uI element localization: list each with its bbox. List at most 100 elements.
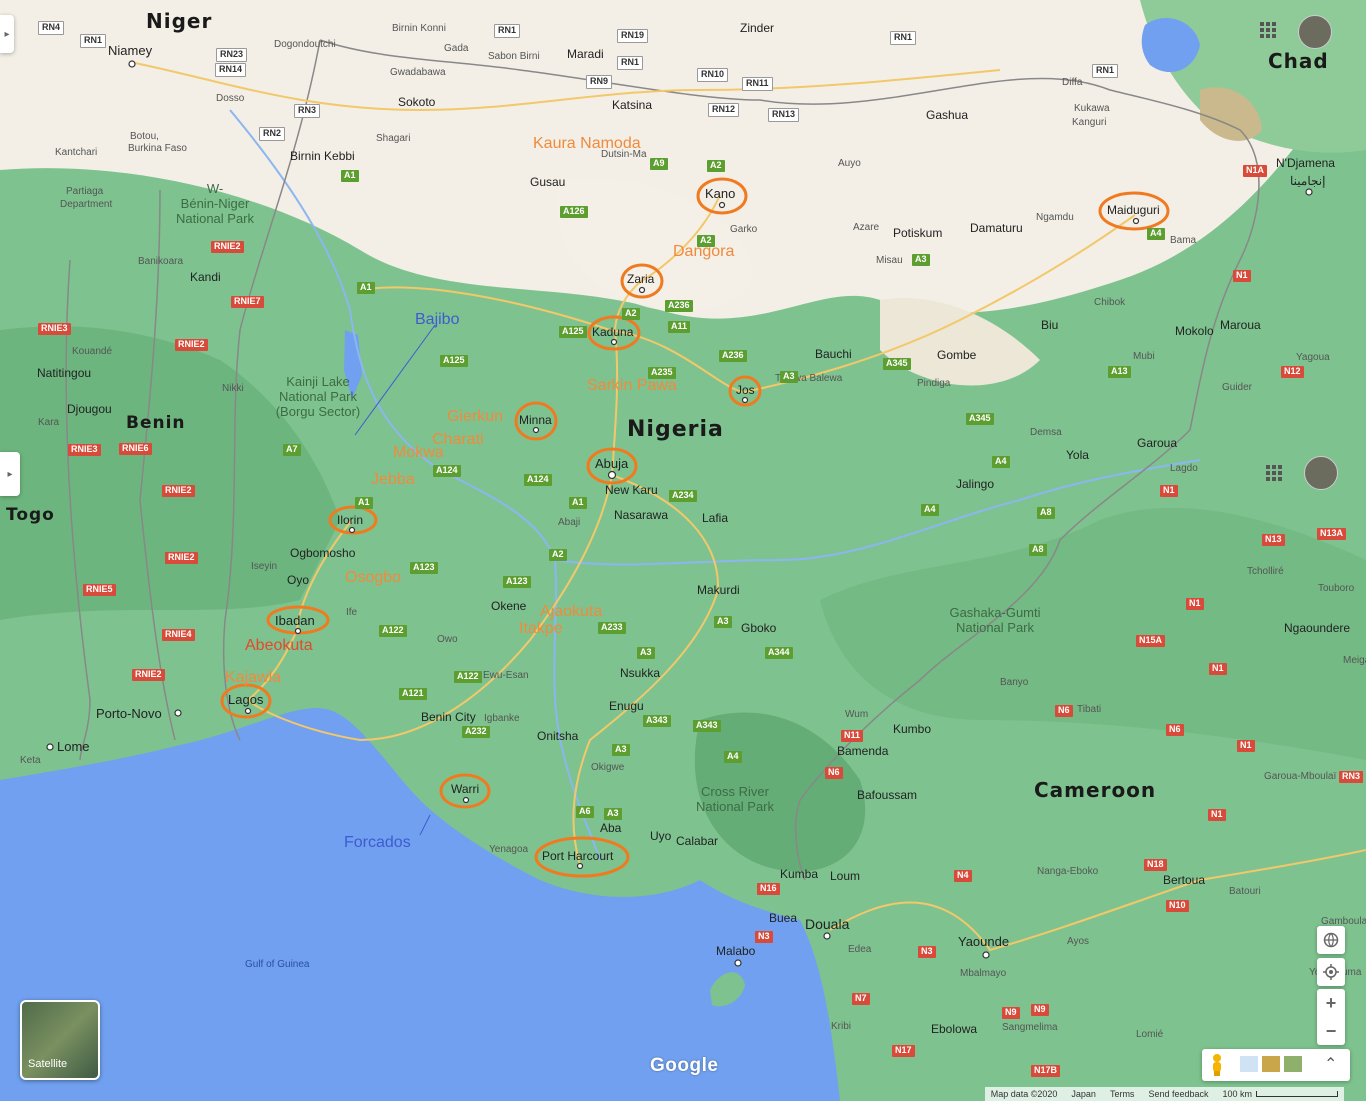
annotation-itakpe: Itakpe [519,620,563,637]
city-label: Iseyin [251,561,278,572]
apps-grid-icon[interactable] [1266,465,1282,481]
road-shield: N1 [1208,809,1226,821]
city-label: Ewu-Esan [483,670,529,681]
city-label: Kukawa [1074,103,1110,114]
city-label: Ngamdu [1036,212,1074,223]
city-label: Lagdo [1170,463,1198,474]
bike-thumbnail[interactable] [1284,1056,1302,1072]
road-shield: A9 [650,158,668,170]
city-label: Birnin Konni [392,23,446,34]
road-shield: RN3 [294,104,321,118]
my-location-button[interactable] [1317,958,1345,986]
road-shield: A2 [549,549,567,561]
annotation-osogbo: Osogbo [345,569,402,586]
city-label: Keta [20,755,41,766]
globe-icon [1323,932,1339,948]
road-shield: A344 [765,647,793,659]
city-label: Ife [346,607,358,618]
road-shield: N1 [1209,663,1227,675]
annotation-mokwa: Mokwa [393,444,444,461]
zoom-control: + − [1317,989,1345,1045]
layers-bar[interactable]: ⌃ [1202,1049,1350,1081]
road-shield: RN13 [768,108,800,122]
location-target-icon [1323,964,1339,980]
city-label: Enugu [609,699,644,713]
road-shield: N17 [892,1045,915,1057]
terms-link[interactable]: Terms [1110,1089,1135,1099]
city-label: Bama [1170,235,1197,246]
road-shield: A125 [559,326,587,338]
send-feedback-link[interactable]: Send feedback [1148,1089,1208,1099]
city-label: Abaji [558,517,581,528]
expand-layers-icon[interactable]: ⌃ [1324,1054,1337,1074]
road-shield: N7 [852,993,870,1005]
road-shield: RN1 [617,56,644,70]
road-shield: A236 [719,350,747,362]
city-label: Kribi [831,1021,852,1032]
avatar[interactable] [1304,456,1338,490]
road-shield: A4 [992,456,1010,468]
road-shield: N6 [1055,705,1073,717]
city-label: Damaturu [970,221,1023,235]
road-shield: RNIE2 [162,485,195,497]
city-label-zaria: Zaria [627,272,655,286]
city-label: Ogbomosho [290,546,356,560]
globe-view-button[interactable] [1317,926,1345,954]
road-shield: A232 [462,726,490,738]
city-label: Gombe [937,348,977,362]
city-label: Meiganga [1343,655,1366,666]
side-panel-toggle-secondary[interactable]: ▸ [0,452,20,496]
country-label-chad: Chad [1268,49,1329,73]
city-label: Banikoara [138,256,184,267]
side-panel-toggle[interactable]: ▸ [0,15,14,53]
road-shield: A2 [707,160,725,172]
road-shield: A2 [697,235,715,247]
city-label: Kara [38,417,60,428]
road-shield: RN10 [697,68,729,82]
city-label: Touboro [1318,583,1355,594]
city-label: Bamenda [837,744,889,758]
road-shield: RN12 [708,103,740,117]
city-label: Potiskum [893,226,943,240]
map-data-attribution: Map data ©2020 [990,1089,1058,1099]
road-shield: RNIE3 [68,444,101,456]
road-shield: A345 [966,413,994,425]
city-label: Partiaga [66,186,104,197]
city-label: Lafia [702,511,729,525]
zoom-out-button[interactable]: − [1317,1017,1345,1045]
city-label: Igbanke [484,713,520,724]
road-shield: A11 [668,321,691,333]
road-shield: RN2 [259,127,286,141]
pegman-icon[interactable] [1210,1053,1224,1077]
map-canvas[interactable] [0,0,1366,1101]
city-label: Okene [491,599,527,613]
park-label-w: W- Bénin-Niger National Park [175,181,255,226]
road-shield: A236 [665,300,693,312]
road-shield: A234 [669,490,697,502]
city-label-lagos: Lagos [228,692,264,707]
city-label: Edea [848,944,872,955]
apps-grid-icon[interactable] [1260,22,1276,38]
zoom-in-button[interactable]: + [1317,989,1345,1017]
satellite-toggle[interactable]: Satellite [20,1000,100,1080]
city-label: Gashua [926,108,969,122]
country-label-nigeria: Nigeria [627,417,724,442]
satellite-label: Satellite [28,1058,68,1070]
road-shield: RN4 [38,21,65,35]
city-label: Calabar [676,834,719,848]
city-label: Bertoua [1163,873,1206,887]
road-shield: RNIE6 [119,443,152,455]
region-link[interactable]: Japan [1071,1089,1096,1099]
terrain-thumbnail[interactable] [1240,1056,1258,1072]
country-label-togo: Togo [6,505,55,525]
city-label: Sangmelima [1002,1022,1058,1033]
city-label: Makurdi [697,583,740,597]
city-label: Gwadabawa [390,67,446,78]
city-label: Mokolo [1175,324,1214,338]
traffic-thumbnail[interactable] [1262,1056,1280,1072]
road-shield: A7 [283,444,301,456]
city-label: Bauchi [815,347,852,361]
road-shield: A3 [912,254,930,266]
avatar[interactable] [1298,15,1332,49]
city-label: Nanga-Eboko [1037,866,1099,877]
